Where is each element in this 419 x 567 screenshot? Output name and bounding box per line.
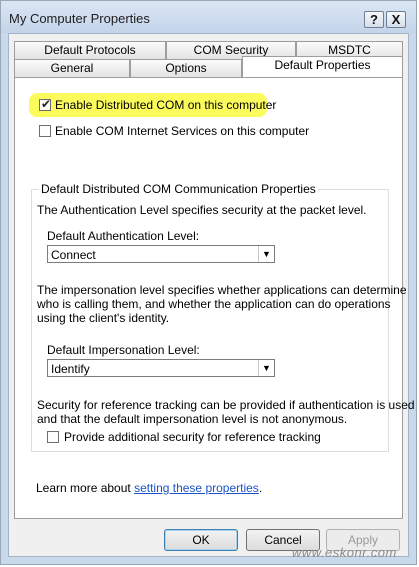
learn-more-text: Learn more about setting these propertie… xyxy=(36,481,262,495)
title-bar[interactable]: My Computer Properties ? X xyxy=(1,1,416,33)
enable-com-internet-label[interactable]: Enable COM Internet Services on this com… xyxy=(55,124,309,138)
enable-com-internet-checkbox[interactable] xyxy=(39,125,51,137)
impersonation-level-label: Default Impersonation Level: xyxy=(47,343,200,357)
auth-description: The Authentication Level specifies secur… xyxy=(37,203,367,217)
watermark: www.eskonr.com xyxy=(292,545,397,560)
impersonation-description-line-2: who is calling them, and whether the app… xyxy=(37,297,391,311)
tab-default-protocols[interactable]: Default Protocols xyxy=(14,41,166,59)
group-legend: Default Distributed COM Communication Pr… xyxy=(39,182,318,196)
learn-more-link[interactable]: setting these properties xyxy=(134,481,259,495)
enable-dcom-checkbox[interactable]: ✔ xyxy=(39,97,52,111)
tab-general[interactable]: General xyxy=(14,59,130,77)
impersonation-level-value: Identify xyxy=(51,362,90,376)
impersonation-description-line-3: using the client's identity. xyxy=(37,311,170,325)
auth-level-value: Connect xyxy=(51,248,96,262)
properties-dialog: My Computer Properties ? X Default Proto… xyxy=(0,0,417,565)
learn-more-prefix: Learn more about xyxy=(36,481,135,495)
default-com-properties-group: Default Distributed COM Communication Pr… xyxy=(31,182,415,452)
reference-tracking-checkbox[interactable] xyxy=(47,431,59,443)
auth-level-select[interactable]: Connect ▼ xyxy=(47,245,275,263)
close-button[interactable]: X xyxy=(386,11,406,28)
enable-dcom-label[interactable]: Enable Distributed COM on this computer xyxy=(55,98,276,112)
chevron-down-icon[interactable]: ▼ xyxy=(258,360,274,376)
reference-tracking-description-line-1: Security for reference tracking can be p… xyxy=(37,398,415,412)
impersonation-level-select[interactable]: Identify ▼ xyxy=(47,359,275,377)
reference-tracking-label[interactable]: Provide additional security for referenc… xyxy=(64,430,321,444)
tab-default-properties[interactable]: Default Properties xyxy=(242,56,403,77)
impersonation-description-line-1: The impersonation level specifies whethe… xyxy=(37,283,407,297)
help-button[interactable]: ? xyxy=(364,11,384,28)
tab-panel-default-properties: ✔ Enable Distributed COM on this compute… xyxy=(14,77,415,519)
reference-tracking-description-line-2: and that the default impersonation level… xyxy=(37,412,348,426)
ok-button[interactable]: OK xyxy=(164,529,238,551)
chevron-down-icon[interactable]: ▼ xyxy=(258,246,274,262)
tab-options[interactable]: Options xyxy=(130,59,242,77)
window-title: My Computer Properties xyxy=(9,11,150,26)
learn-more-suffix: . xyxy=(258,481,263,495)
dialog-body: Default Protocols COM Security MSDTC Gen… xyxy=(8,33,415,557)
auth-level-label: Default Authentication Level: xyxy=(47,229,200,243)
checkmark-icon: ✔ xyxy=(40,97,52,111)
